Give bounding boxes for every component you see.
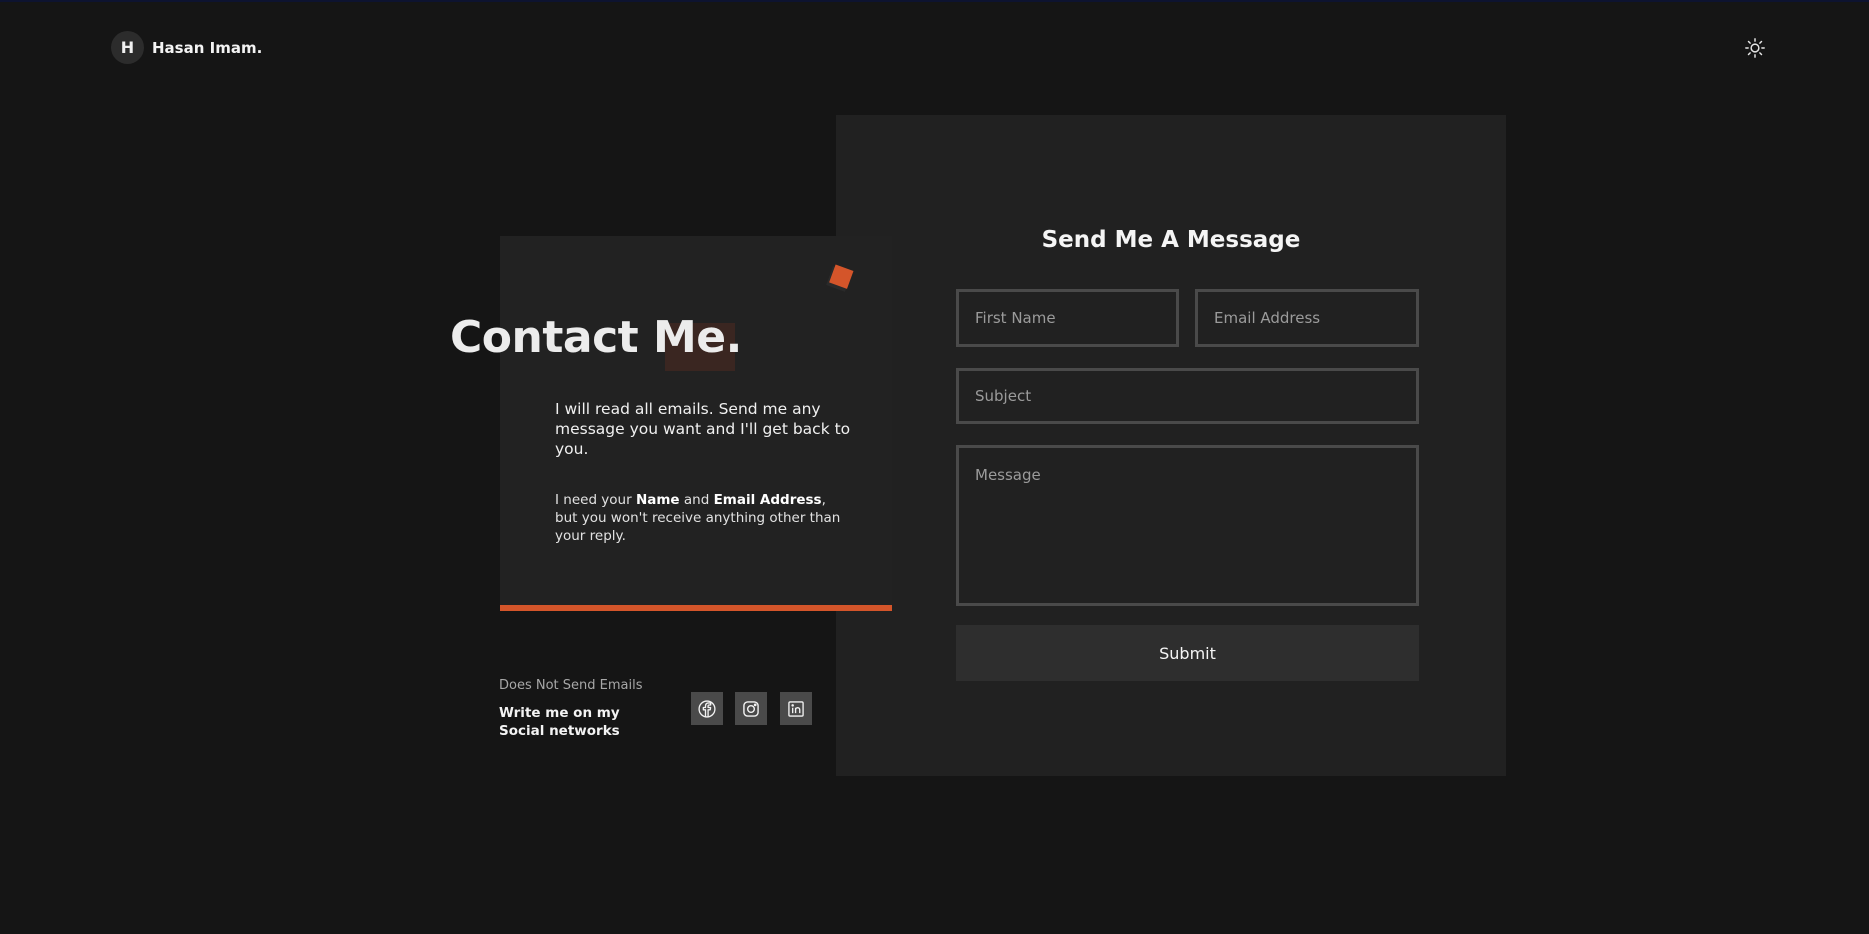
form-title: Send Me A Message	[1041, 227, 1301, 253]
message-form-panel: Send Me A Message Submit	[836, 115, 1506, 776]
linkedin-link[interactable]	[780, 692, 812, 725]
instagram-icon	[743, 700, 759, 717]
sun-icon	[1745, 38, 1765, 58]
brand-home-link[interactable]: H Hasan Imam.	[111, 31, 262, 64]
brand-name: Hasan Imam.	[152, 38, 263, 57]
contact-note-text: I need your Name and Email Address, but …	[555, 492, 841, 544]
instagram-link[interactable]	[735, 692, 767, 725]
subject-input[interactable]	[956, 368, 1419, 424]
contact-info-card: I will read all emails. Send me any mess…	[500, 236, 892, 611]
note-email-emphasis: Email Address	[713, 492, 822, 508]
linkedin-icon	[788, 700, 804, 717]
facebook-icon	[698, 699, 716, 718]
first-name-input[interactable]	[956, 289, 1179, 347]
brand-avatar: H	[111, 31, 144, 64]
note-name-emphasis: Name	[635, 492, 680, 508]
top-accent-line	[0, 0, 1869, 2]
theme-toggle-button[interactable]	[1740, 33, 1770, 63]
email-address-input[interactable]	[1195, 289, 1419, 347]
message-textarea[interactable]	[956, 445, 1419, 606]
diamond-accent-icon	[826, 264, 854, 292]
contact-lead-text: I will read all emails. Send me any mess…	[555, 400, 851, 458]
page-title: Contact Me.	[450, 312, 742, 363]
facebook-link[interactable]	[691, 692, 723, 725]
submit-button[interactable]: Submit	[956, 625, 1419, 681]
social-caption: Does Not Send Emails	[499, 678, 643, 693]
social-heading: Write me on my Social networks	[499, 705, 620, 739]
card-accent-bar	[500, 605, 892, 611]
